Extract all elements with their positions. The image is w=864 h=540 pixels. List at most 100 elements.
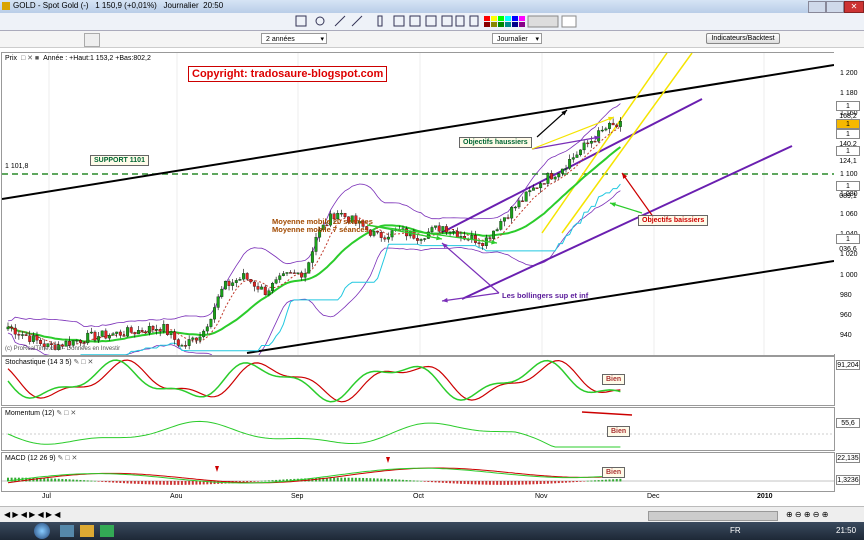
- candle-body: [292, 272, 296, 274]
- macd-histogram-bar: [141, 481, 144, 485]
- macd-histogram-bar: [449, 481, 452, 484]
- candle-body: [368, 229, 372, 236]
- candle-body: [593, 140, 597, 143]
- candle-body: [6, 326, 10, 330]
- candle-body: [158, 329, 162, 332]
- candle-body: [553, 176, 557, 180]
- macd-histogram-bar: [383, 478, 386, 482]
- macd-panel[interactable]: MACD (12 26 9) ✎ □ ✕ Bien: [1, 452, 835, 492]
- maximize-button[interactable]: [826, 1, 844, 13]
- macd-histogram-bar: [459, 481, 462, 484]
- momentum-panel[interactable]: Momentum (12) ✎ □ ✕ Bien: [1, 407, 835, 451]
- macd-histogram-bar: [115, 481, 118, 483]
- macd-histogram-bar: [438, 481, 441, 483]
- candle-body: [539, 183, 543, 189]
- macd-histogram-bar: [188, 481, 191, 485]
- candle-body: [24, 334, 28, 336]
- price-panel[interactable]: Prix □ ✕ ■ Année : +Haut:1 153,2 +Bas:80…: [1, 52, 835, 356]
- candle-body: [535, 187, 539, 189]
- price-value-tag: 1 150,8: [836, 118, 860, 138]
- macd-histogram-bar: [57, 478, 60, 482]
- macd-histogram-bar: [46, 478, 49, 482]
- support-value: 1 101,8: [5, 163, 29, 170]
- chart-scrollbar[interactable]: ◀ ▶ ◀ ▶ ◀ ▶ ◀ ⊕ ⊖ ⊕ ⊖ ⊕: [0, 506, 864, 523]
- candle-body: [416, 238, 419, 241]
- candle-body: [459, 236, 463, 238]
- macd-histogram-bar: [191, 481, 194, 485]
- taskbar-app-icon[interactable]: [100, 525, 114, 537]
- minimize-button[interactable]: [808, 1, 826, 13]
- candle-body: [303, 273, 307, 278]
- candle-body: [528, 190, 532, 193]
- candle-body: [289, 272, 293, 274]
- zoom-icons[interactable]: ⊕ ⊖ ⊕ ⊖ ⊕: [786, 510, 828, 519]
- support-label: SUPPORT 1101: [90, 155, 149, 166]
- macd-histogram-bar: [532, 481, 535, 485]
- price-value-tag: 1 036,6: [836, 233, 860, 253]
- macd-histogram-bar: [336, 477, 339, 482]
- macd-histogram-bar: [590, 480, 593, 482]
- stochastic-panel[interactable]: Stochastique (14 3 5) ✎ □ ✕ Bien: [1, 356, 835, 406]
- macd-histogram-bar: [347, 477, 350, 482]
- price-value-tag: 1 168,2: [836, 101, 860, 120]
- range-select[interactable]: 2 années ▾: [261, 33, 327, 44]
- macd-histogram-bar: [394, 479, 397, 482]
- vertical-line-icon: [377, 15, 383, 27]
- candle-body: [93, 331, 97, 341]
- candle-body: [568, 159, 572, 169]
- candle-body: [267, 290, 271, 296]
- color-icon: [469, 15, 479, 27]
- candle-body: [97, 336, 101, 341]
- tool-toggle-icon[interactable]: [84, 33, 100, 47]
- macd-histogram-bar: [162, 481, 165, 485]
- candle-body: [506, 217, 510, 219]
- taskbar-app-icon[interactable]: [80, 525, 94, 537]
- scroll-thumb[interactable]: [648, 511, 778, 521]
- candle-body: [589, 140, 593, 144]
- macd-histogram-bar: [155, 481, 158, 485]
- candle-body: [89, 331, 93, 334]
- interval-select[interactable]: Journalier ▾: [492, 33, 542, 44]
- candle-body: [13, 327, 17, 335]
- candle-body: [238, 279, 242, 281]
- macd-histogram-bar: [351, 477, 354, 482]
- macd-histogram-bar: [568, 481, 571, 483]
- candle-body: [82, 342, 86, 344]
- macd-histogram-bar: [405, 480, 408, 482]
- macd-histogram-bar: [195, 481, 198, 485]
- bollinger-lower: [7, 190, 621, 355]
- macd-histogram-bar: [514, 481, 517, 485]
- price-axis: 1 2001 1801 1601 1401 1201 1001 0801 060…: [834, 52, 864, 354]
- start-button[interactable]: [34, 523, 50, 539]
- nav-icons[interactable]: ◀ ▶ ◀ ▶ ◀ ▶ ◀: [4, 510, 60, 519]
- candle-body: [582, 142, 586, 151]
- candle-body: [118, 331, 122, 336]
- taskbar-app-icon[interactable]: [60, 525, 74, 537]
- macd-histogram-bar: [608, 479, 611, 482]
- price-axis-tick: 940: [840, 331, 852, 339]
- candle-body: [140, 330, 144, 332]
- macd-histogram-bar: [271, 480, 274, 482]
- macd-histogram-bar: [119, 481, 122, 483]
- candle-body: [184, 345, 188, 347]
- close-button[interactable]: ✕: [844, 1, 864, 13]
- macd-histogram-bar: [604, 479, 607, 482]
- macd-histogram-bar: [597, 480, 600, 482]
- candle-body: [499, 221, 503, 230]
- candle-body: [220, 288, 224, 297]
- candle-body: [560, 168, 564, 174]
- macd-histogram-bar: [478, 481, 481, 485]
- macd-histogram-bar: [64, 479, 67, 482]
- indicators-button[interactable]: Indicateurs/Backtest: [706, 33, 780, 44]
- candle-body: [216, 296, 220, 308]
- copyright-label: Copyright: tradosaure-blogspot.com: [188, 66, 388, 82]
- language-indicator[interactable]: FR: [730, 526, 741, 535]
- macd-histogram-bar: [528, 481, 531, 485]
- macd-histogram-bar: [456, 481, 459, 484]
- macd-histogram-bar: [416, 480, 419, 482]
- macd-value-1: 22,135: [836, 453, 860, 463]
- x-axis-label: Nov: [535, 493, 548, 500]
- candle-body: [597, 130, 601, 142]
- line-tool-icon: [334, 15, 346, 27]
- candle-body: [50, 343, 53, 345]
